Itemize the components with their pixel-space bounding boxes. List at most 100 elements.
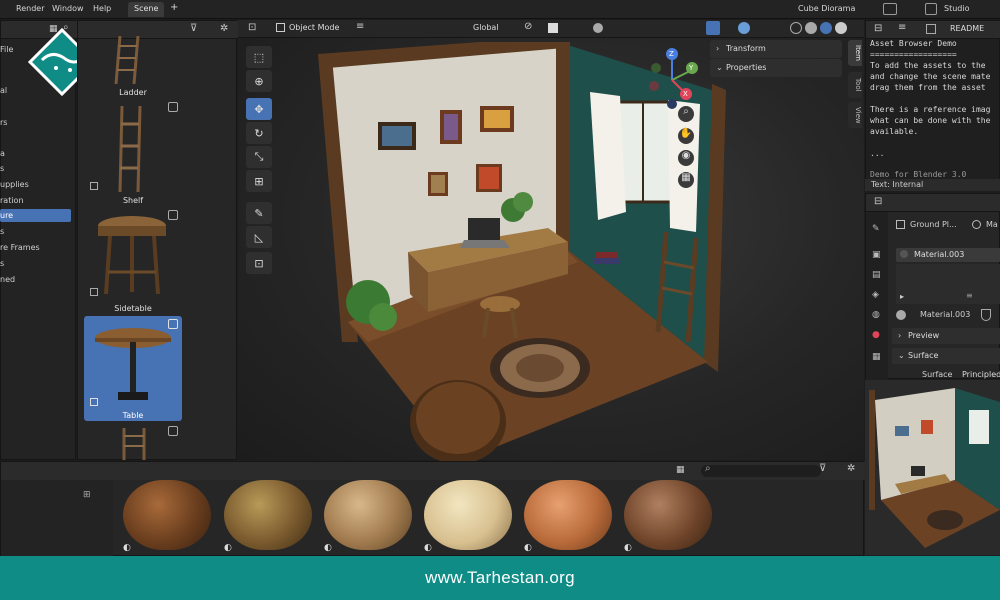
properties-panel-header[interactable]: ⌄ Properties	[710, 59, 842, 77]
menu-window[interactable]: Window	[52, 4, 84, 13]
catalog-item[interactable]: s	[0, 259, 4, 268]
properties-type-icon[interactable]: ⊟	[874, 196, 882, 207]
catalog-item[interactable]: re Frames	[0, 243, 40, 252]
catalog-item[interactable]: rs	[0, 118, 7, 127]
material-browse-icon[interactable]	[896, 310, 906, 320]
tool-settings-icon[interactable]: ✎	[872, 224, 880, 234]
catalog-item[interactable]: ned	[0, 275, 15, 284]
shading-material-icon[interactable]	[820, 22, 832, 34]
rotate-tool[interactable]: ↻	[246, 122, 272, 144]
material-name-field[interactable]: Material.003	[920, 310, 970, 319]
shader-dropdown[interactable]: Principled	[962, 370, 1000, 379]
material-sphere[interactable]	[324, 480, 412, 550]
asset-card-chair[interactable]	[84, 424, 182, 460]
scene-selector-icon[interactable]	[883, 3, 897, 15]
text-editor-type-icon[interactable]: ⊟	[874, 23, 882, 34]
pivot-icon[interactable]: ⊘	[524, 21, 532, 32]
hand-pan-icon[interactable]: ✋	[678, 128, 694, 144]
tab-view[interactable]: View	[848, 102, 862, 128]
scene-icon[interactable]: ◈	[872, 290, 879, 300]
workspace-name[interactable]: Studio	[944, 4, 969, 13]
shading-rendered-icon[interactable]	[835, 22, 847, 34]
snap-icon[interactable]	[548, 23, 558, 33]
annotate-tool[interactable]: ✎	[246, 202, 272, 224]
tab-tool[interactable]: Tool	[848, 72, 862, 98]
material-sphere[interactable]	[424, 480, 512, 550]
menu-render[interactable]: Render	[16, 4, 44, 13]
editor-type-icon[interactable]: ⊡	[248, 22, 256, 33]
filter-icon[interactable]: ⊽	[190, 23, 197, 34]
output-icon[interactable]: ▤	[872, 270, 881, 280]
cursor-tool[interactable]: ⊕	[246, 70, 272, 92]
catalog-item[interactable]: upplies	[0, 180, 29, 189]
render-icon[interactable]: ▣	[872, 250, 881, 260]
catalog-item[interactable]: al	[0, 86, 7, 95]
object-mode-dropdown[interactable]: Object Mode	[289, 23, 339, 32]
checkbox-icon[interactable]	[90, 288, 98, 296]
shading-solid-icon[interactable]	[805, 22, 817, 34]
checkbox-icon[interactable]	[90, 182, 98, 190]
scale-tool[interactable]: ⤡	[246, 146, 272, 168]
edit-icon[interactable]	[168, 102, 178, 112]
texture-icon[interactable]: ▦	[872, 352, 881, 362]
shading-wireframe-icon[interactable]	[790, 22, 802, 34]
text-file-name[interactable]: README	[950, 24, 984, 33]
gear-icon[interactable]: ✲	[847, 463, 855, 474]
scene-name[interactable]: Cube Diorama	[798, 4, 855, 13]
fake-user-icon[interactable]	[981, 309, 991, 321]
asset-card-sidetable[interactable]: Sidetable	[84, 210, 182, 316]
material-sphere[interactable]	[624, 480, 712, 550]
transform-orientation-dropdown[interactable]: Global	[473, 23, 499, 32]
grid-view-icon[interactable]: ▦	[678, 172, 694, 188]
preview-section-header[interactable]: › Preview	[892, 328, 1000, 344]
select-box-tool[interactable]: ⬚	[246, 46, 272, 68]
transform-panel-header[interactable]: › Transform	[710, 40, 842, 58]
gear-icon[interactable]: ✲	[220, 23, 228, 34]
object-name[interactable]: Ground Pl...	[910, 220, 957, 229]
catalog-item[interactable]: File	[0, 45, 13, 54]
add-workspace-button[interactable]: +	[170, 2, 178, 13]
zoom-icon[interactable]: ⌕	[678, 106, 694, 122]
camera-icon[interactable]: ◉	[678, 150, 694, 166]
material-context-name[interactable]: Ma	[986, 220, 998, 229]
display-mode-icon[interactable]: ▦	[676, 465, 685, 475]
catalog-item[interactable]: s	[0, 164, 4, 173]
edit-icon[interactable]	[168, 426, 178, 436]
view-layer-icon[interactable]	[925, 3, 937, 15]
catalog-item[interactable]: a	[0, 149, 5, 158]
footer-url[interactable]: www.Tarhestan.org	[425, 568, 575, 588]
material-sphere[interactable]	[123, 480, 211, 550]
checkbox-icon[interactable]	[90, 398, 98, 406]
tab-scene[interactable]: Scene	[128, 2, 165, 17]
catalog-item[interactable]: ration	[0, 196, 24, 205]
3d-viewport[interactable]: ⊡ Object Mode ≡ Global ⊘ Z Y X ⌕ ✋ ◉ ▦ ›…	[238, 20, 864, 462]
list-resize-icon[interactable]: ≡	[966, 291, 973, 300]
surface-section-header[interactable]: ⌄ Surface	[892, 348, 1000, 364]
new-catalog-icon[interactable]: ⊞	[83, 490, 91, 500]
search-input[interactable]	[701, 465, 821, 477]
world-icon[interactable]: ◍	[872, 310, 880, 320]
menu-icon[interactable]: ≡	[356, 21, 364, 32]
overlay-icon[interactable]	[738, 22, 750, 34]
measure-tool[interactable]: ◺	[246, 226, 272, 248]
asset-card-table[interactable]: Table	[84, 316, 182, 421]
asset-card-shelf[interactable]: Shelf	[84, 102, 182, 212]
material-slot[interactable]: Material.003	[896, 248, 1000, 262]
add-cube-tool[interactable]: ⊡	[246, 252, 272, 274]
gizmo-toggle-icon[interactable]	[706, 21, 720, 35]
list-expand-icon[interactable]: ▸	[900, 292, 904, 301]
proportional-edit-icon[interactable]	[593, 23, 603, 33]
transform-tool[interactable]: ⊞	[246, 170, 272, 192]
filter-icon[interactable]: ⊽	[819, 463, 826, 474]
catalog-item[interactable]: s	[0, 227, 4, 236]
menu-help[interactable]: Help	[93, 4, 111, 13]
material-sphere[interactable]	[224, 480, 312, 550]
asset-card-ladder[interactable]: Ladder	[84, 36, 182, 102]
material-sphere[interactable]	[524, 480, 612, 550]
move-tool[interactable]: ✥	[246, 98, 272, 120]
tab-item[interactable]: Item	[848, 40, 862, 66]
text-menu-icon[interactable]: ≡	[898, 22, 906, 33]
edit-icon[interactable]	[168, 210, 178, 220]
catalog-item-active[interactable]: ure	[0, 209, 71, 222]
material-tab-icon[interactable]: ●	[872, 330, 880, 340]
